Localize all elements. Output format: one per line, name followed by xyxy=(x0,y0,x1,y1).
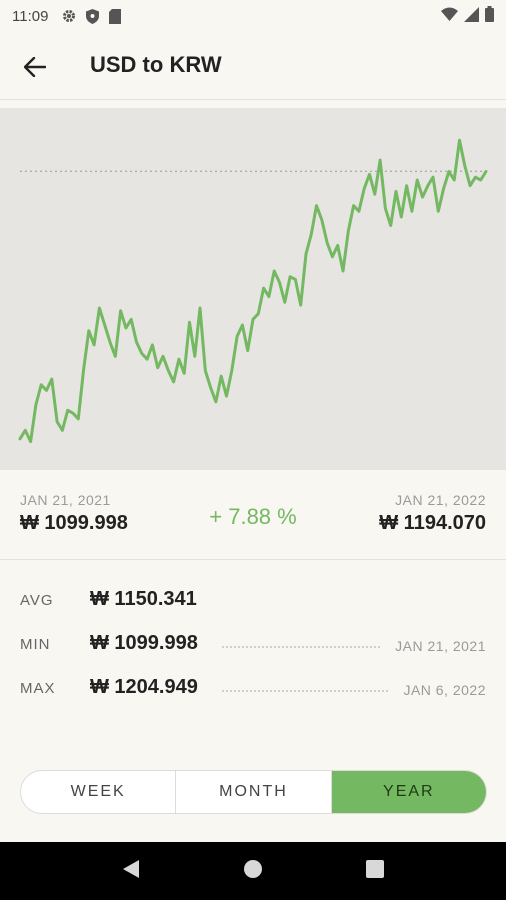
period-week-button[interactable]: WEEK xyxy=(21,771,177,813)
rate-chart-svg xyxy=(18,138,488,444)
battery-icon xyxy=(485,6,494,26)
max-label: MAX xyxy=(20,680,56,697)
rate-series-line xyxy=(18,138,488,444)
page-title: USD to KRW xyxy=(90,52,222,77)
min-leader-dots xyxy=(222,646,380,648)
nav-home-icon[interactable] xyxy=(243,859,263,884)
nav-recents-icon[interactable] xyxy=(366,859,385,883)
end-date: JAN 21, 2022 xyxy=(395,492,486,508)
sim-card-icon xyxy=(109,8,122,24)
settings-icon xyxy=(62,9,76,23)
period-month-button[interactable]: MONTH xyxy=(176,771,332,813)
max-leader-dots xyxy=(222,690,388,692)
nav-back-icon[interactable] xyxy=(122,859,140,884)
min-label: MIN xyxy=(20,636,51,653)
cell-signal-icon xyxy=(464,6,479,26)
end-value: ₩ 1194.070 xyxy=(379,512,486,534)
system-nav-bar xyxy=(0,842,506,900)
min-value: ₩ 1099.998 xyxy=(90,632,198,654)
status-time: 11:09 xyxy=(12,7,49,25)
max-row: MAX ₩ 1204.949 JAN 6, 2022 xyxy=(0,672,506,702)
avg-label: AVG xyxy=(20,592,54,609)
avg-row: AVG ₩ 1150.341 xyxy=(0,584,506,614)
period-year-button[interactable]: YEAR xyxy=(331,771,486,813)
range-summary: JAN 21, 2021 ₩ 1099.998 + 7.88 % JAN 21,… xyxy=(0,470,506,560)
period-toggle: WEEK MONTH YEAR xyxy=(20,770,487,814)
rate-chart xyxy=(0,108,506,470)
max-date: JAN 6, 2022 xyxy=(403,682,486,698)
max-value: ₩ 1204.949 xyxy=(90,676,198,698)
back-arrow-icon[interactable] xyxy=(22,54,48,80)
wifi-icon xyxy=(441,7,458,25)
min-row: MIN ₩ 1099.998 JAN 21, 2021 xyxy=(0,628,506,658)
avg-value: ₩ 1150.341 xyxy=(90,588,197,610)
min-date: JAN 21, 2021 xyxy=(395,638,486,654)
shield-icon xyxy=(86,8,100,24)
status-bar: 11:09 xyxy=(0,0,506,32)
app-bar: USD to KRW xyxy=(0,32,506,100)
